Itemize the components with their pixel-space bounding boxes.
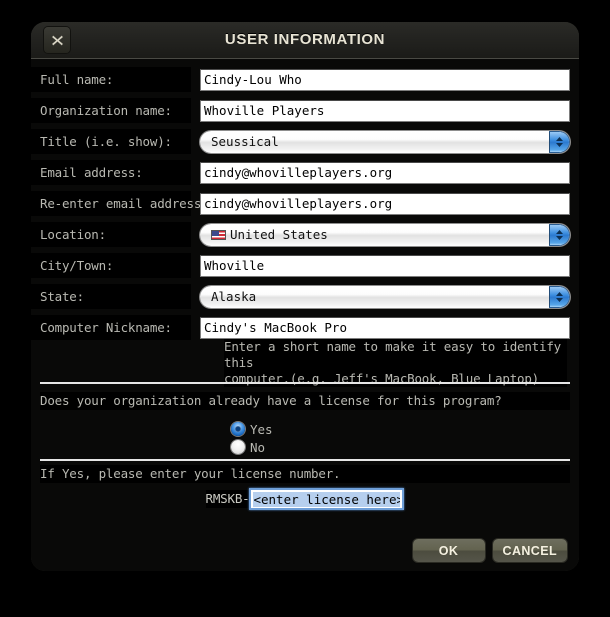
- cancel-button[interactable]: CANCEL: [492, 539, 567, 562]
- ok-button[interactable]: OK: [412, 539, 485, 562]
- label-full-name: Full name:: [31, 67, 191, 92]
- dialog-button-bar: OK CANCEL: [412, 539, 567, 562]
- dialog-title: USER INFORMATION: [224, 31, 386, 48]
- input-email[interactable]: [200, 161, 570, 184]
- select-location-stepper[interactable]: [550, 224, 569, 245]
- radio-no-label: No: [250, 439, 266, 455]
- select-state[interactable]: Alaska: [200, 285, 570, 308]
- label-computer-nickname: Computer Nickname:: [31, 315, 191, 340]
- radio-yes-indicator[interactable]: [231, 422, 245, 436]
- field-row-location: Location: United States: [31, 219, 579, 250]
- label-location: Location:: [31, 222, 191, 247]
- radio-yes-label: Yes: [250, 421, 273, 437]
- label-title: Title (i.e. show):: [31, 129, 191, 154]
- field-state-wrap: Alaska: [200, 285, 570, 308]
- select-title[interactable]: Seussical: [200, 130, 570, 153]
- input-license-number[interactable]: [249, 488, 405, 510]
- user-information-dialog: USER INFORMATION Full name: Organization…: [31, 22, 579, 571]
- chevron-down-icon: [556, 297, 563, 302]
- radio-no-indicator[interactable]: [231, 440, 245, 454]
- computer-nickname-note: Enter a short name to make it easy to id…: [224, 339, 567, 387]
- label-email: Email address:: [31, 160, 191, 185]
- field-row-email: Email address:: [31, 157, 579, 188]
- field-reenter-email-wrap: [200, 192, 570, 215]
- field-computer-nickname-wrap: [200, 316, 570, 339]
- field-location-wrap: United States: [200, 223, 570, 246]
- chevron-up-icon: [556, 291, 563, 296]
- select-state-stepper[interactable]: [550, 286, 569, 307]
- license-prompt: If Yes, please enter your license number…: [40, 465, 570, 483]
- input-reenter-email[interactable]: [200, 192, 570, 215]
- label-organization-name: Organization name:: [31, 98, 191, 123]
- radio-option-yes[interactable]: Yes: [231, 420, 273, 438]
- chevron-up-icon: [556, 229, 563, 234]
- license-prefix: RMSKB-: [205, 490, 250, 508]
- field-row-city: City/Town:: [31, 250, 579, 281]
- label-city: City/Town:: [31, 253, 191, 278]
- select-title-value: Seussical: [211, 134, 279, 149]
- field-city-wrap: [200, 254, 570, 277]
- field-organization-name-wrap: [200, 99, 570, 122]
- dialog-titlebar: USER INFORMATION: [31, 22, 579, 59]
- license-question: Does your organization already have a li…: [40, 392, 570, 410]
- field-full-name-wrap: [200, 68, 570, 91]
- chevron-up-icon: [556, 136, 563, 141]
- input-computer-nickname[interactable]: [200, 316, 570, 339]
- select-location[interactable]: United States: [200, 223, 570, 246]
- license-radio-group: Yes No: [231, 420, 273, 456]
- field-title-wrap: Seussical: [200, 130, 570, 153]
- select-location-value: United States: [230, 227, 328, 242]
- computer-nickname-note-line2: computer.(e.g. Jeff's MacBook, Blue Lapt…: [224, 371, 540, 386]
- input-full-name[interactable]: [200, 68, 570, 91]
- field-row-title: Title (i.e. show): Seussical: [31, 126, 579, 157]
- divider-license-top: [40, 382, 570, 384]
- select-title-stepper[interactable]: [550, 131, 569, 152]
- computer-nickname-note-line1: Enter a short name to make it easy to id…: [224, 339, 561, 370]
- field-row-full-name: Full name:: [31, 64, 579, 95]
- license-entry-row: RMSKB-: [31, 488, 579, 510]
- label-reenter-email: Re-enter email address:: [31, 191, 209, 216]
- select-state-value: Alaska: [211, 289, 257, 304]
- radio-option-no[interactable]: No: [231, 438, 273, 456]
- us-flag-icon: [211, 229, 226, 240]
- field-row-state: State: Alaska: [31, 281, 579, 312]
- label-state: State:: [31, 284, 191, 309]
- input-organization-name[interactable]: [200, 99, 570, 122]
- field-row-reenter-email: Re-enter email address:: [31, 188, 579, 219]
- chevron-down-icon: [556, 142, 563, 147]
- field-row-organization-name: Organization name:: [31, 95, 579, 126]
- form-body: Full name: Organization name: Title (i.e…: [31, 59, 579, 571]
- divider-license-bottom: [40, 459, 570, 461]
- field-email-wrap: [200, 161, 570, 184]
- input-city[interactable]: [200, 254, 570, 277]
- chevron-down-icon: [556, 235, 563, 240]
